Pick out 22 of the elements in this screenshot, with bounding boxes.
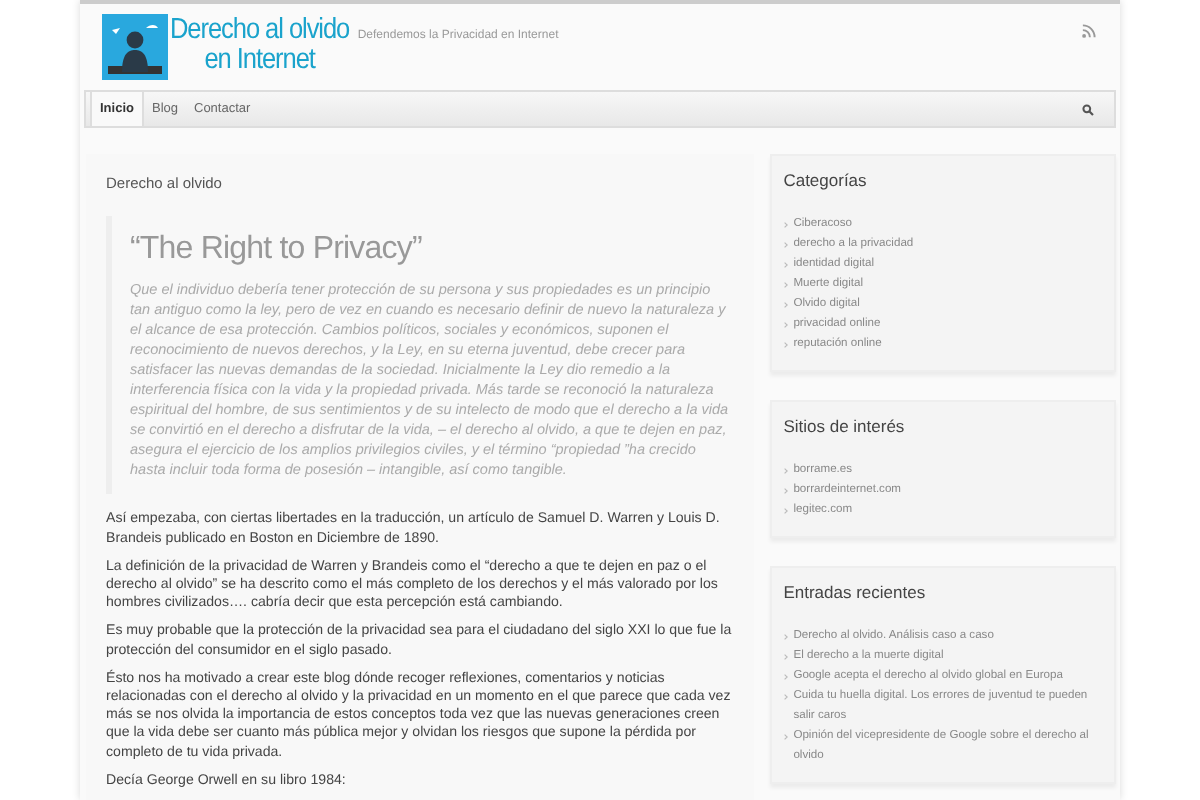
chevron-icon xyxy=(783,221,788,228)
rss-icon[interactable] xyxy=(1082,24,1096,38)
chevron-icon xyxy=(783,241,788,248)
chevron-icon xyxy=(783,341,788,348)
chevron-icon xyxy=(783,281,788,288)
chevron-icon xyxy=(783,653,788,660)
chevron-icon xyxy=(783,633,788,640)
chevron-icon xyxy=(783,507,788,514)
chevron-icon xyxy=(783,673,788,680)
quote-title: “The Right to Privacy” xyxy=(130,232,424,269)
chevron-icon xyxy=(783,733,788,740)
chevron-icon xyxy=(783,261,788,268)
chevron-icon xyxy=(783,693,788,700)
chevron-icon xyxy=(783,467,788,474)
widget-title: Sitios de interés xyxy=(783,416,907,437)
widget-title: Entradas recientes xyxy=(783,582,928,603)
search-icon[interactable] xyxy=(1082,103,1094,116)
site-logo-text[interactable]: Derecho al olvido en Internet xyxy=(170,16,350,77)
chevron-icon xyxy=(783,301,788,308)
chevron-icon xyxy=(783,487,788,494)
widget-title: Categorías xyxy=(783,170,869,191)
chevron-icon xyxy=(783,321,788,328)
